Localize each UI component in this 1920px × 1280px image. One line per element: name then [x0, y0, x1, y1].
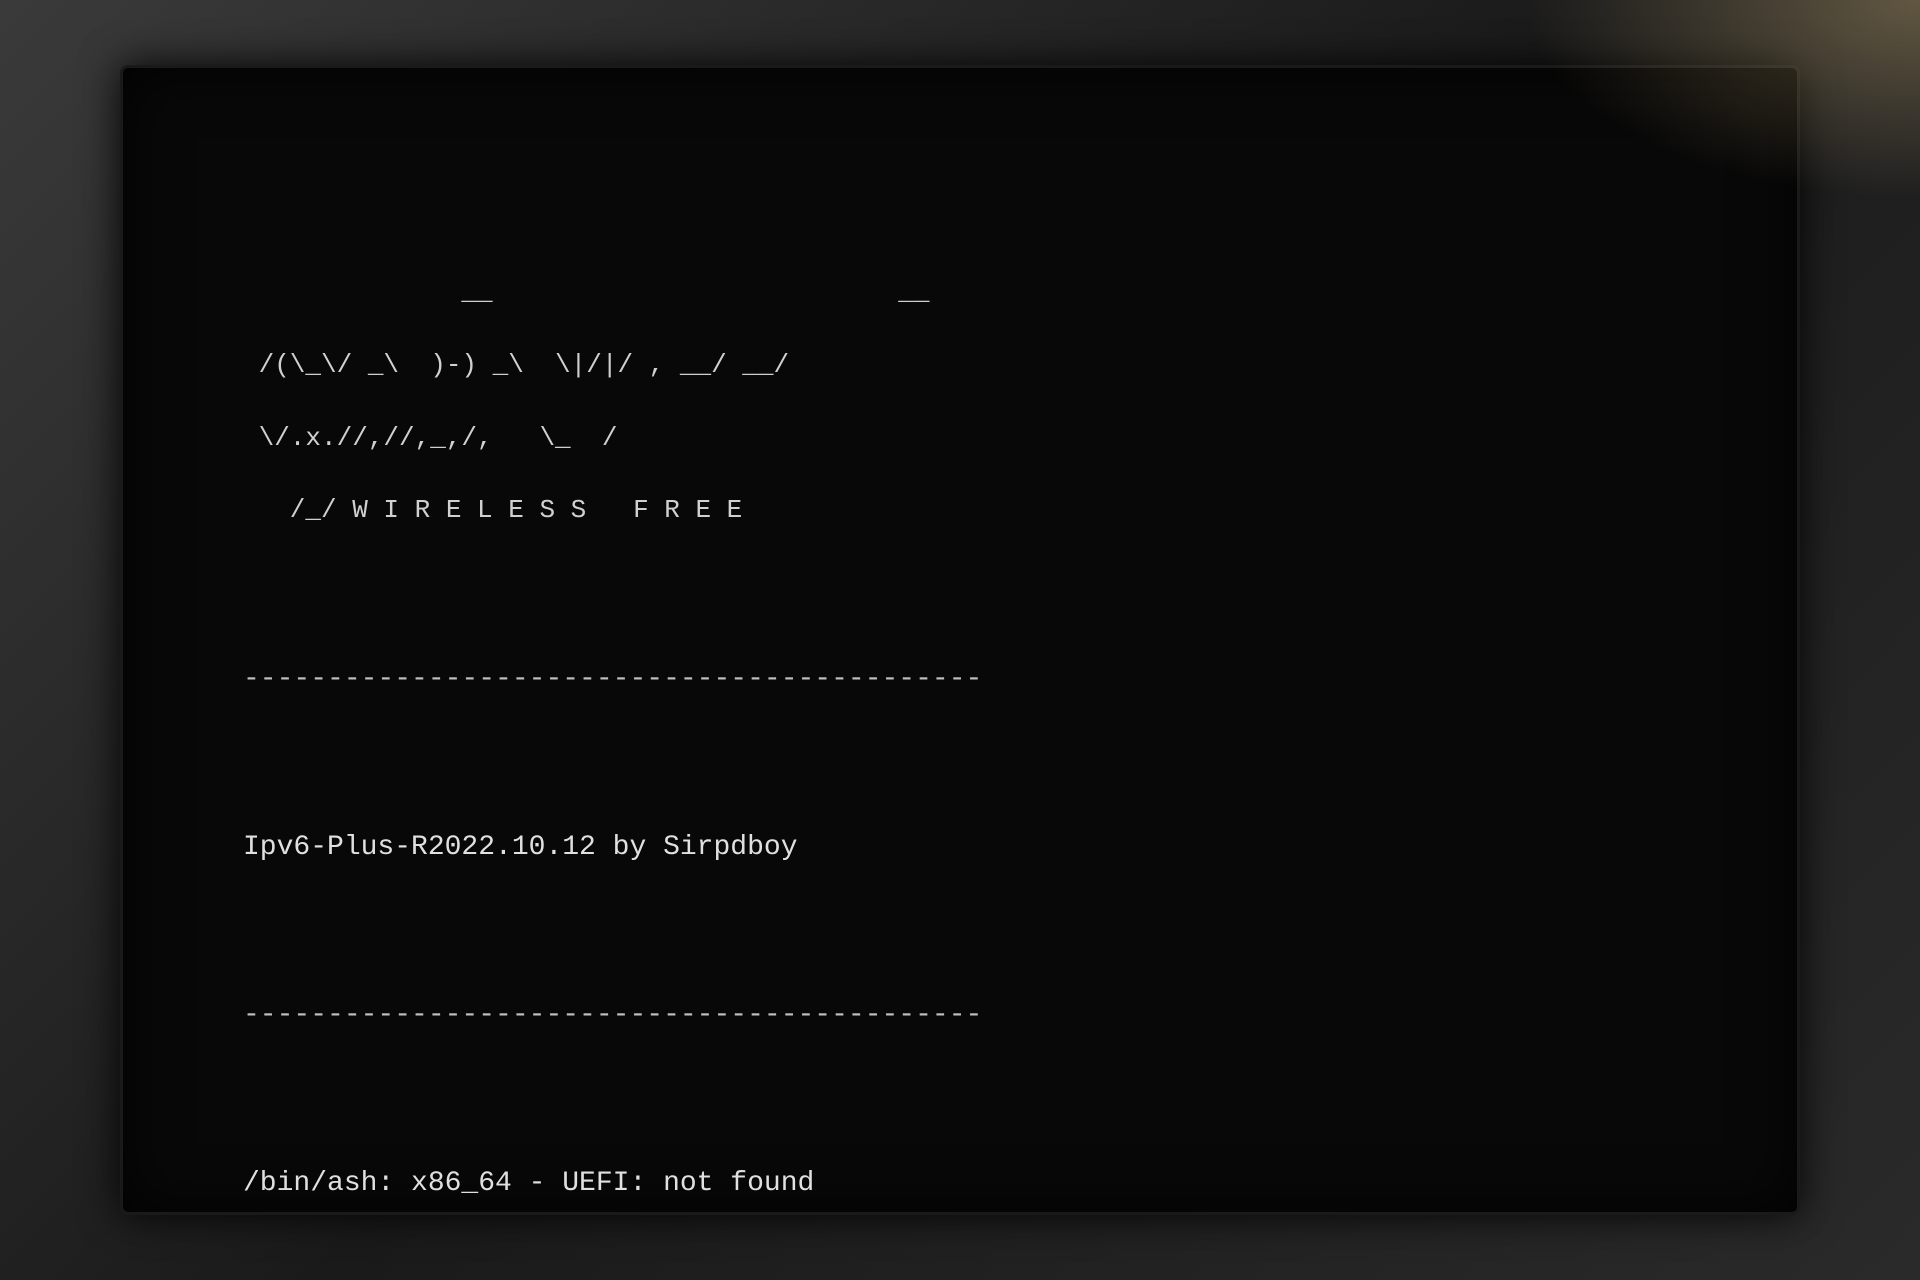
divider-1: ----------------------------------------… [243, 659, 1117, 701]
divider-2: ----------------------------------------… [243, 995, 1117, 1037]
version-line: Ipv6-Plus-R2022.10.12 by Sirpdboy [243, 827, 1117, 869]
ascii-art-block: __ __ /(\_\/ _\ )-) _\ \|/|/ , __/ __/ \… [243, 274, 1117, 529]
screen: __ __ /(\_\/ _\ )-) _\ \|/|/ , __/ __/ \… [120, 65, 1800, 1215]
terminal: __ __ /(\_\/ _\ )-) _\ \|/|/ , __/ __/ \… [243, 148, 1117, 1215]
uefi-line: /bin/ash: x86_64 - UEFI: not found [243, 1163, 1117, 1205]
monitor-frame: __ __ /(\_\/ _\ )-) _\ \|/|/ , __/ __/ \… [0, 0, 1920, 1280]
